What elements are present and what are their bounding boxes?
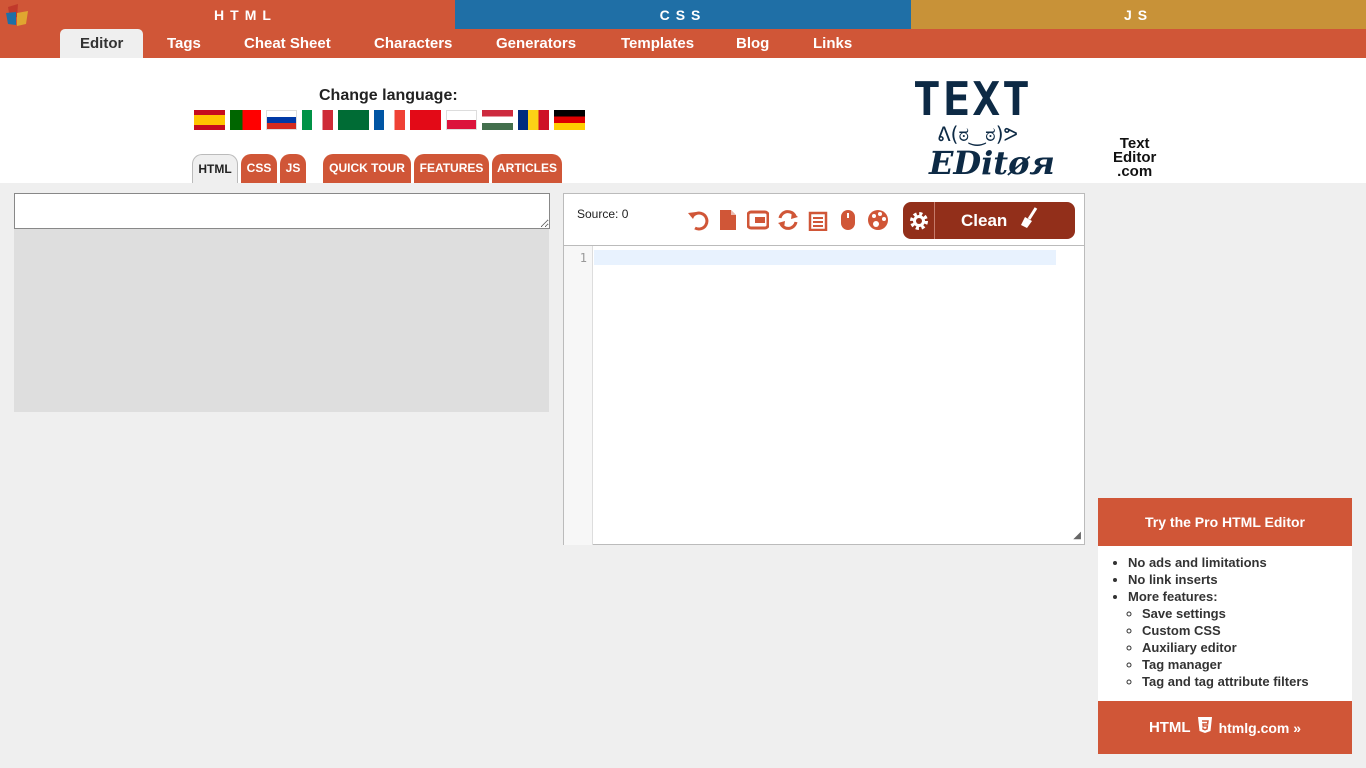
nav-editor[interactable]: Editor bbox=[60, 29, 144, 58]
html-section-tab[interactable]: HTML bbox=[36, 0, 455, 29]
nav-links[interactable]: Links bbox=[793, 29, 872, 58]
german-flag-icon[interactable] bbox=[554, 110, 585, 130]
settings-gear-icon[interactable] bbox=[903, 202, 935, 239]
nav-tags[interactable]: Tags bbox=[147, 29, 221, 58]
text-editor-logo-art[interactable]: TEXT ᕕ(ಠ‿ಠ)ᕗ EDitøя bbox=[913, 76, 1103, 181]
source-editor-panel: Source: 0 Clean 1 ◢ bbox=[563, 193, 1085, 545]
main-nav: Editor Tags Cheat Sheet Characters Gener… bbox=[0, 29, 1366, 58]
source-count-label: Source: 0 bbox=[577, 207, 629, 221]
refresh-icon[interactable] bbox=[776, 208, 800, 232]
htmlg-link-button[interactable]: HTML htmlg.com » bbox=[1098, 701, 1352, 754]
list-item: No link inserts bbox=[1128, 571, 1352, 588]
russian-flag-icon[interactable] bbox=[266, 110, 297, 130]
language-flags bbox=[194, 110, 585, 130]
broom-icon bbox=[1019, 207, 1039, 234]
logo-art-top: TEXT bbox=[913, 72, 1032, 126]
nav-cheat-sheet[interactable]: Cheat Sheet bbox=[224, 29, 351, 58]
htmlg-link[interactable]: htmlg.com » bbox=[1219, 720, 1301, 736]
undo-icon[interactable] bbox=[686, 208, 710, 232]
logo-art-bottom: EDitøя bbox=[929, 144, 1055, 182]
romanian-flag-icon[interactable] bbox=[518, 110, 549, 130]
html5-shield-icon bbox=[1197, 716, 1213, 739]
list-item: Tag manager bbox=[1142, 656, 1352, 673]
line-number-gutter: 1 bbox=[564, 246, 593, 545]
resize-handle-icon[interactable]: ◢ bbox=[1073, 530, 1081, 541]
tab-features[interactable]: FEATURES bbox=[414, 154, 489, 183]
pro-promo-title[interactable]: Try the Pro HTML Editor bbox=[1098, 498, 1352, 546]
code-editor[interactable]: 1 ◢ bbox=[564, 245, 1084, 545]
site-logo-icon[interactable] bbox=[0, 0, 36, 29]
pro-feature-list: No ads and limitations No link inserts M… bbox=[1098, 546, 1352, 690]
list-item: Tag and tag attribute filters bbox=[1142, 673, 1352, 690]
list-item: Save settings bbox=[1142, 605, 1352, 622]
preview-area[interactable] bbox=[14, 229, 549, 412]
palette-icon[interactable] bbox=[866, 208, 890, 232]
compress-icon[interactable] bbox=[746, 208, 770, 232]
active-line-highlight bbox=[594, 250, 1056, 265]
clean-label: Clean bbox=[961, 210, 1008, 230]
header-area: Change language: HTML CSS JS QUICK TOUR … bbox=[0, 58, 1366, 183]
pro-editor-promo: Try the Pro HTML Editor No ads and limit… bbox=[1098, 498, 1352, 754]
site-name-line3: .com bbox=[1117, 163, 1153, 180]
nav-generators[interactable]: Generators bbox=[476, 29, 596, 58]
nav-templates[interactable]: Templates bbox=[601, 29, 714, 58]
french-flag-icon[interactable] bbox=[374, 110, 405, 130]
tab-quick-tour[interactable]: QUICK TOUR bbox=[323, 154, 411, 183]
top-color-bar: HTML CSS JS bbox=[0, 0, 1366, 29]
nav-characters[interactable]: Characters bbox=[354, 29, 472, 58]
hungarian-flag-icon[interactable] bbox=[482, 110, 513, 130]
css-section-tab[interactable]: CSS bbox=[455, 0, 911, 29]
tab-js[interactable]: JS bbox=[280, 154, 306, 183]
italian-flag-icon[interactable] bbox=[302, 110, 333, 130]
list-item: No ads and limitations bbox=[1128, 554, 1352, 571]
list-item: More features: Save settings Custom CSS … bbox=[1128, 588, 1352, 690]
site-name[interactable]: Text Editor .com bbox=[1113, 136, 1156, 180]
clean-button[interactable]: Clean bbox=[903, 202, 1075, 239]
mouse-icon[interactable] bbox=[836, 208, 860, 232]
tab-css[interactable]: CSS bbox=[241, 154, 277, 183]
list-item: Custom CSS bbox=[1142, 622, 1352, 639]
js-section-tab[interactable]: JS bbox=[911, 0, 1366, 29]
spanish-flag-icon[interactable] bbox=[194, 110, 225, 130]
logo-art-face: ᕕ(ಠ‿ಠ)ᕗ bbox=[937, 122, 1019, 146]
list-item-label: More features: bbox=[1128, 589, 1218, 604]
nav-blog[interactable]: Blog bbox=[716, 29, 789, 58]
change-language-label: Change language: bbox=[319, 87, 458, 104]
turkish-flag-icon[interactable] bbox=[410, 110, 441, 130]
clipboard-icon[interactable] bbox=[806, 208, 830, 232]
portuguese-flag-icon[interactable] bbox=[230, 110, 261, 130]
list-item: Auxiliary editor bbox=[1142, 639, 1352, 656]
tab-articles[interactable]: ARTICLES bbox=[492, 154, 562, 183]
polish-flag-icon[interactable] bbox=[446, 110, 477, 130]
new-document-icon[interactable] bbox=[716, 208, 740, 232]
wysiwyg-input[interactable] bbox=[14, 193, 550, 229]
editor-toolbar bbox=[686, 208, 890, 232]
arabic-flag-icon[interactable] bbox=[338, 110, 369, 130]
line-number: 1 bbox=[579, 251, 587, 265]
tab-html[interactable]: HTML bbox=[192, 154, 238, 183]
html5-badge: HTML bbox=[1148, 719, 1191, 736]
